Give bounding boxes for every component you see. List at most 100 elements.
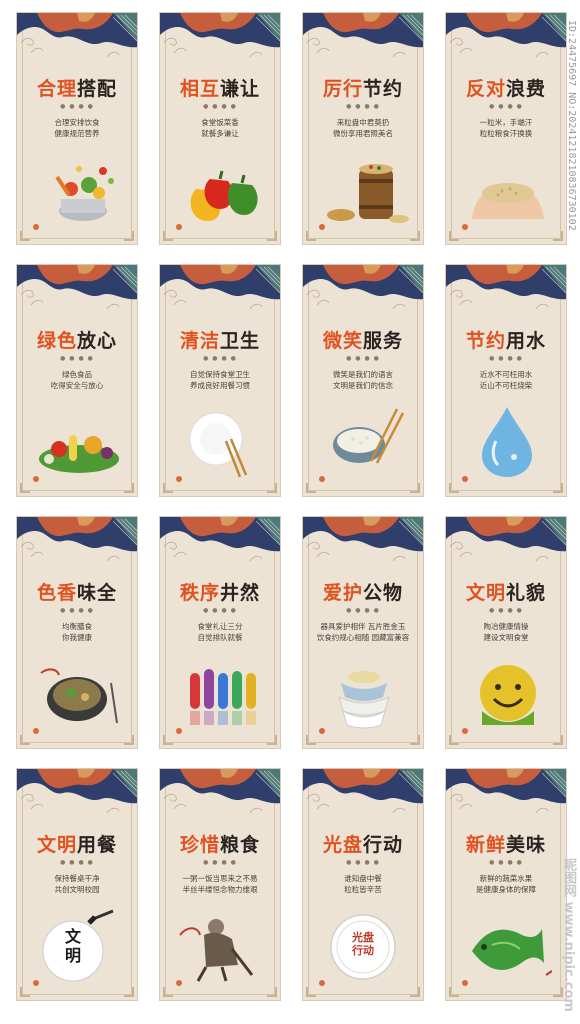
poster-card: 爱护公物 ● ● ● ● 器具爱护相伴 瓦片胜金玉 饮食约规心相随 园藏富兼容 bbox=[302, 516, 424, 749]
card-title: 厉行节约 bbox=[303, 74, 423, 101]
red-seal-dot bbox=[33, 980, 39, 986]
subtitle-line: 器具爱护相伴 瓦片胜金玉 bbox=[320, 622, 406, 631]
card-title: 微笑服务 bbox=[303, 326, 423, 353]
red-seal-dot bbox=[319, 476, 325, 482]
dot-divider: ● ● ● ● bbox=[203, 859, 237, 866]
corner-ornament bbox=[20, 231, 30, 241]
top-wave-decoration bbox=[446, 517, 566, 562]
plate-stamp-text: 光盘 行动 bbox=[352, 931, 374, 957]
poster-card: 光盘行动 ● ● ● ● 谁知盘中餐 粒粒皆辛苦 光盘 行动 bbox=[302, 768, 424, 1001]
card-subtitle: 保持餐桌干净 共创文明校园 bbox=[25, 873, 129, 895]
subtitle-line: 食堂礼让三分 bbox=[197, 622, 243, 631]
card-title: 文明礼貌 bbox=[446, 578, 566, 605]
card-title: 珍惜粮食 bbox=[160, 830, 280, 857]
illustration-smiley-face bbox=[480, 665, 536, 725]
title-accent: 文明 bbox=[465, 582, 506, 604]
poster-card: 秩序井然 ● ● ● ● 食堂礼让三分 自觉排队就餐 bbox=[159, 516, 281, 749]
subtitle-line: 健康规范营养 bbox=[54, 129, 100, 138]
illustration-plate-chopsticks bbox=[189, 412, 248, 478]
dot-divider: ● ● ● ● bbox=[489, 859, 523, 866]
corner-ornament bbox=[410, 231, 420, 241]
card-title: 相互谦让 bbox=[160, 74, 280, 101]
corner-ornament bbox=[163, 735, 173, 745]
title-rest: 卫生 bbox=[220, 330, 261, 352]
poster-card: 厉行节约 ● ● ● ● 来粒盘中君莫扔 微份享用君照美名 bbox=[302, 12, 424, 245]
top-wave-decoration bbox=[17, 13, 137, 58]
subtitle-line: 微份享用君照美名 bbox=[333, 129, 393, 138]
top-wave-decoration bbox=[446, 265, 566, 310]
corner-ornament bbox=[163, 987, 173, 997]
illustration-bell-peppers bbox=[190, 170, 258, 221]
corner-ornament bbox=[124, 987, 134, 997]
corner-ornament bbox=[20, 483, 30, 493]
title-accent: 相互 bbox=[179, 78, 220, 100]
dot-divider: ● ● ● ● bbox=[489, 607, 523, 614]
dot-divider: ● ● ● ● bbox=[60, 355, 94, 362]
title-rest: 粮食 bbox=[220, 834, 261, 856]
dot-divider: ● ● ● ● bbox=[60, 103, 94, 110]
subtitle-line: 自觉保持食堂卫生 bbox=[190, 370, 250, 379]
illustration-leafy-fish bbox=[472, 929, 552, 976]
title-accent: 光盘 bbox=[322, 834, 363, 856]
title-rest: 礼貌 bbox=[506, 582, 547, 604]
dot-divider: ● ● ● ● bbox=[203, 607, 237, 614]
subtitle-line: 建设文明食堂 bbox=[483, 633, 529, 642]
top-wave-decoration bbox=[446, 769, 566, 814]
top-wave-decoration bbox=[17, 769, 137, 814]
card-title: 合理搭配 bbox=[17, 74, 137, 101]
title-rest: 味全 bbox=[77, 582, 118, 604]
subtitle-line: 文明是我们的信念 bbox=[333, 381, 393, 390]
site-watermark: 昵图网 www.nipic.com bbox=[561, 858, 576, 1012]
top-wave-decoration bbox=[303, 517, 423, 562]
red-seal-dot bbox=[462, 476, 468, 482]
corner-ornament bbox=[163, 483, 173, 493]
illustration-hands-with-rice bbox=[472, 183, 544, 219]
corner-ornament bbox=[20, 987, 30, 997]
illustration-stacked-bowls bbox=[338, 671, 390, 729]
corner-ornament bbox=[410, 987, 420, 997]
corner-ornament bbox=[410, 735, 420, 745]
card-subtitle: 来粒盘中君莫扔 微份享用君照美名 bbox=[311, 117, 415, 139]
poster-card: 文明用餐 ● ● ● ● 保持餐桌干净 共创文明校园 文明 bbox=[16, 768, 138, 1001]
title-accent: 色香 bbox=[36, 582, 77, 604]
subtitle-line: 近水不可枉用水 bbox=[479, 370, 533, 379]
corner-ornament bbox=[449, 735, 459, 745]
corner-ornament bbox=[163, 231, 173, 241]
subtitle-line: 保持餐桌干净 bbox=[54, 874, 100, 883]
card-subtitle: 一粒米，手端汗 粒粒粮食汗换换 bbox=[454, 117, 558, 139]
subtitle-line: 绿色食品 bbox=[62, 370, 92, 379]
corner-ornament bbox=[306, 483, 316, 493]
top-wave-decoration bbox=[303, 13, 423, 58]
subtitle-line: 你我健康 bbox=[62, 633, 92, 642]
top-wave-decoration bbox=[160, 13, 280, 58]
title-accent: 爱护 bbox=[322, 582, 363, 604]
red-seal-dot bbox=[176, 224, 182, 230]
illustration-soup-bowl bbox=[40, 668, 118, 724]
corner-ornament bbox=[306, 231, 316, 241]
subtitle-line: 自觉排队就餐 bbox=[197, 633, 243, 642]
card-title: 清洁卫生 bbox=[160, 326, 280, 353]
corner-ornament bbox=[449, 231, 459, 241]
corner-ornament bbox=[306, 987, 316, 997]
card-title: 节约用水 bbox=[446, 326, 566, 353]
illustration-rice-bowl-chopsticks bbox=[333, 408, 405, 464]
corner-ornament bbox=[449, 483, 459, 493]
dot-divider: ● ● ● ● bbox=[60, 859, 94, 866]
red-seal-dot bbox=[176, 980, 182, 986]
subtitle-line: 是健康身体的保障 bbox=[476, 885, 536, 894]
top-wave-decoration bbox=[446, 13, 566, 58]
card-subtitle: 绿色食品 吃得安全与放心 bbox=[25, 369, 129, 391]
card-subtitle: 新鲜的蔬菜水果 是健康身体的保障 bbox=[454, 873, 558, 895]
subtitle-line: 半丝半缕恒念物力维艰 bbox=[182, 885, 258, 894]
subtitle-line: 陶冶健康情操 bbox=[483, 622, 529, 631]
card-title: 光盘行动 bbox=[303, 830, 423, 857]
poster-card: 清洁卫生 ● ● ● ● 自觉保持食堂卫生 养成良好用餐习惯 bbox=[159, 264, 281, 497]
poster-card: 文明礼貌 ● ● ● ● 陶冶健康情操 建设文明食堂 bbox=[445, 516, 567, 749]
image-id-text: ID:24475697 NO:20241218210836730102 bbox=[566, 20, 577, 231]
corner-ornament bbox=[124, 231, 134, 241]
title-accent: 秩序 bbox=[179, 582, 220, 604]
red-seal-dot bbox=[176, 728, 182, 734]
title-rest: 谦让 bbox=[220, 78, 261, 100]
title-rest: 用餐 bbox=[77, 834, 118, 856]
subtitle-line: 粒粒皆辛苦 bbox=[344, 885, 382, 894]
